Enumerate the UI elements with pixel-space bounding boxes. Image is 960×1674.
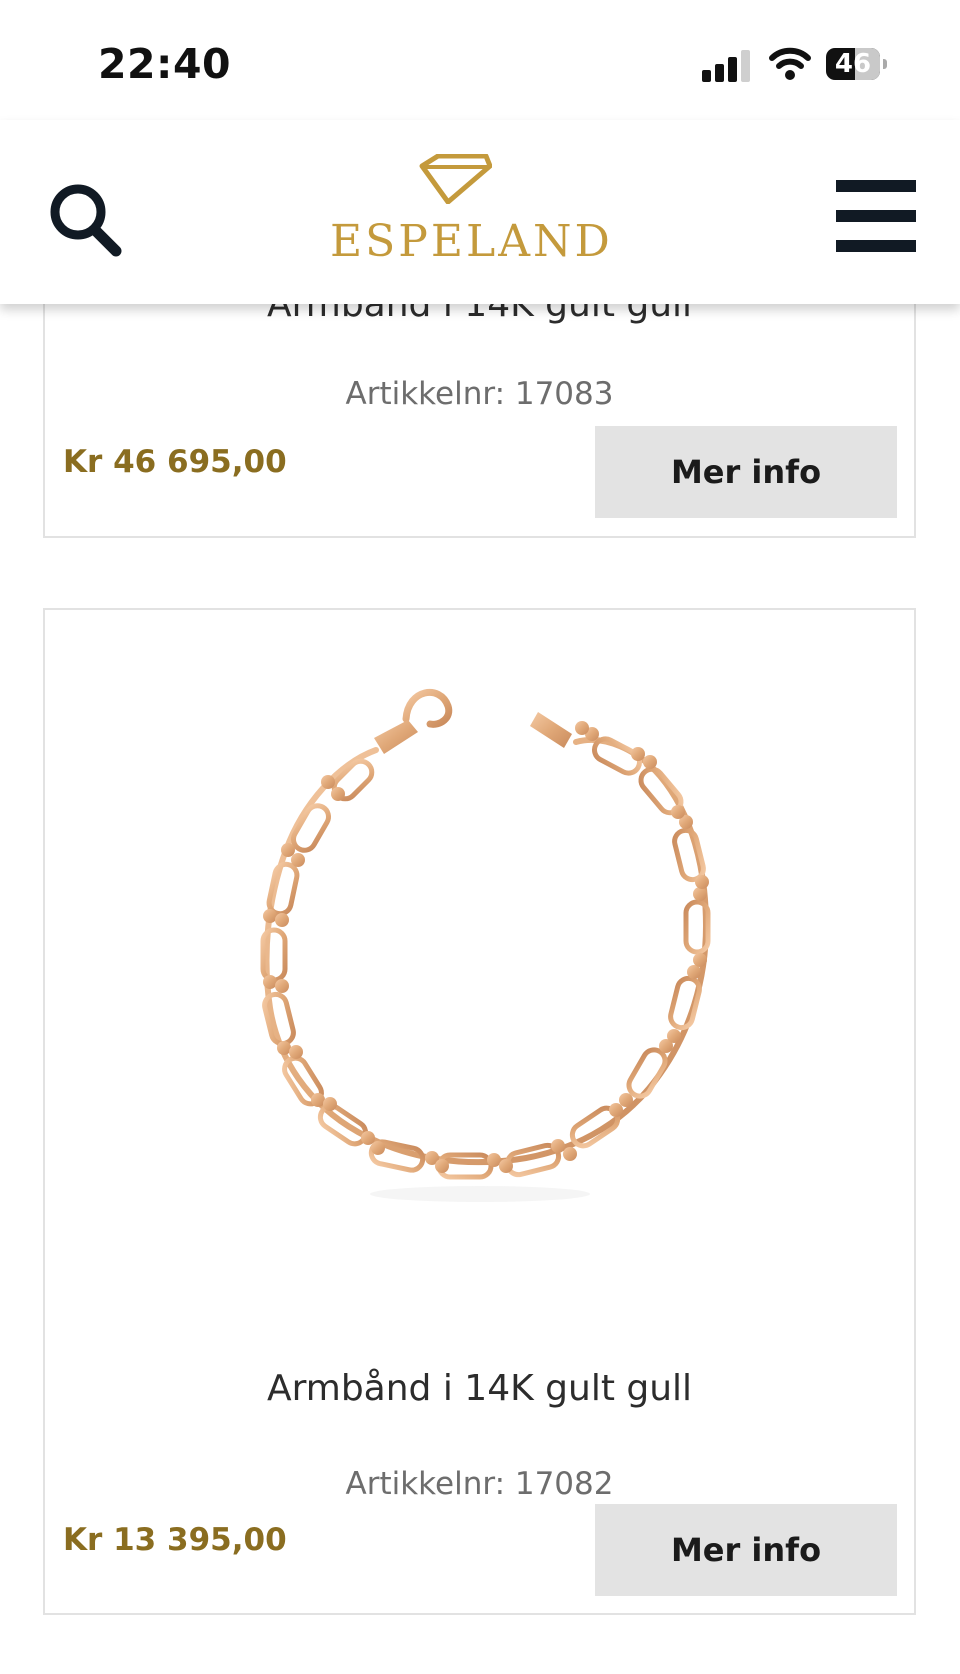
product-name[interactable]: Armbånd i 14K gult gull (45, 1368, 914, 1409)
battery-level: 46 (834, 49, 872, 79)
article-number: Artikkelnr: 17082 (345, 1466, 614, 1502)
site-header: ESPELAND (0, 120, 960, 304)
diamond-logo-icon (419, 154, 492, 204)
cellular-signal-icon (702, 50, 750, 82)
status-bar: 22:40 46 (0, 0, 960, 120)
bracelet-product-image[interactable] (208, 654, 753, 1214)
espeland-logo[interactable]: ESPELAND (330, 150, 630, 280)
search-icon[interactable] (44, 180, 126, 262)
battery-icon: 46 (826, 48, 888, 80)
product-card: Armbånd i 14K gult gull Artikkelnr: 1708… (43, 608, 916, 1615)
article-number: Artikkelnr: 17083 (345, 376, 614, 412)
status-time: 22:40 (98, 40, 232, 88)
more-info-button[interactable]: Mer info (595, 1504, 897, 1596)
hamburger-menu-icon[interactable] (836, 180, 916, 252)
product-price: Kr 13 395,00 (63, 1522, 287, 1558)
product-price: Kr 46 695,00 (63, 444, 287, 480)
wifi-icon (769, 47, 811, 80)
more-info-button[interactable]: Mer info (595, 426, 897, 518)
brand-name: ESPELAND (330, 216, 613, 267)
